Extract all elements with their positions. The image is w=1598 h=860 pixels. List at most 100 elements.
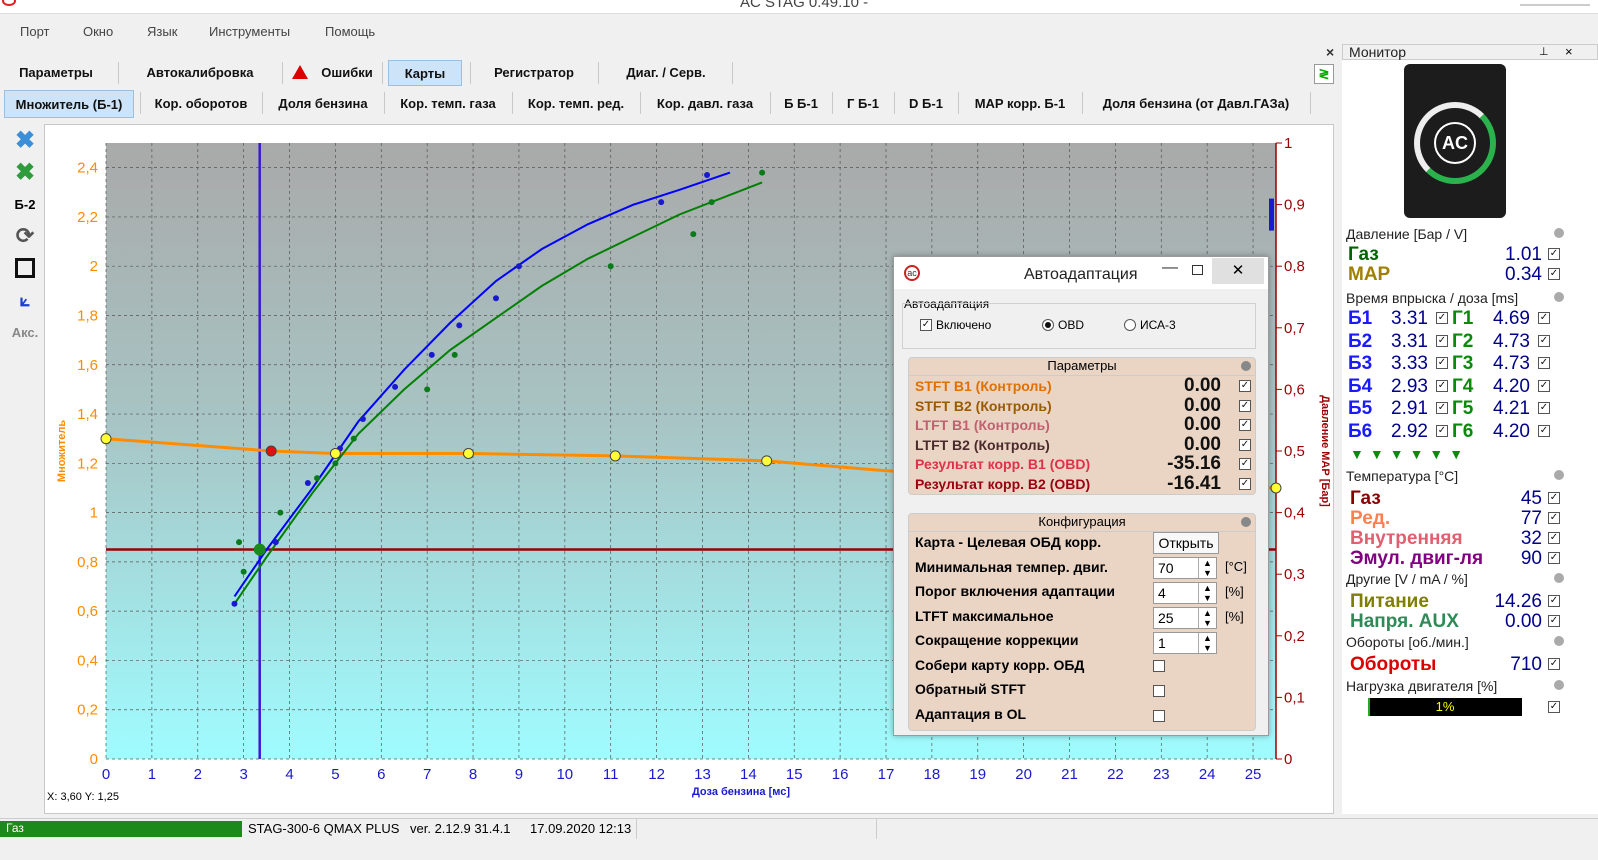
config-panel: Конфигурация Карта - Целевая ОБД корр. О… — [908, 513, 1256, 731]
param-checkbox[interactable] — [1239, 438, 1251, 451]
bank-checkbox[interactable] — [1436, 334, 1448, 347]
tab-gas-temp-corr[interactable]: Кор. темп. газа — [390, 90, 506, 118]
enabled-checkbox[interactable] — [920, 319, 932, 331]
cross-green-icon[interactable]: ✖ — [10, 158, 40, 186]
acc-button[interactable]: Акс. — [10, 318, 40, 346]
x-tick-label: 0 — [102, 766, 110, 783]
tab-b-b1[interactable]: Б Б-1 — [776, 90, 826, 118]
collapse-icon[interactable] — [1241, 361, 1251, 371]
temp-checkbox[interactable] — [1548, 552, 1560, 564]
reduce-input[interactable]: 1 ▲ ▼ — [1153, 632, 1217, 654]
tab-petrol-share[interactable]: Доля бензина — [268, 90, 378, 118]
bank-switch-button[interactable]: Б-2 — [10, 190, 40, 218]
refresh-icon[interactable]: ⟳ — [10, 222, 40, 250]
radio-isa[interactable] — [1124, 319, 1136, 331]
other-checkbox[interactable] — [1548, 615, 1560, 627]
tab-g-b1[interactable]: Г Б-1 — [838, 90, 888, 118]
map-tabs: Множитель (Б-1) Кор. оборотов Доля бензи… — [0, 90, 1330, 120]
tab-petrol-share-gas-pressure[interactable]: Доля бензина (от Давл.ГАЗа) — [1088, 90, 1304, 118]
tab-reducer-temp-corr[interactable]: Кор. темп. ред. — [518, 90, 634, 118]
menu-port[interactable]: Порт — [20, 24, 49, 39]
param-checkbox[interactable] — [1239, 419, 1251, 432]
tab-recorder[interactable]: Регистратор — [478, 60, 590, 86]
bank-checkbox[interactable] — [1436, 425, 1448, 437]
collapse-icon[interactable] — [1554, 292, 1564, 302]
temp-checkbox[interactable] — [1548, 512, 1560, 524]
ac-device-logo: AC — [1404, 64, 1506, 218]
menu-language[interactable]: Язык — [147, 24, 177, 39]
gas-label: Г6 — [1452, 421, 1474, 442]
gas-checkbox[interactable] — [1538, 425, 1550, 437]
minimize-icon[interactable]: — — [1162, 259, 1178, 277]
pressure-checkbox[interactable] — [1548, 268, 1560, 280]
bank-checkbox[interactable] — [1436, 379, 1448, 392]
green-point — [607, 263, 614, 270]
threshold-input[interactable]: 4 ▲ ▼ — [1153, 582, 1217, 604]
menu-tools[interactable]: Инструменты — [209, 24, 290, 39]
load-checkbox[interactable] — [1548, 701, 1560, 713]
menu-window[interactable]: Окно — [83, 24, 113, 39]
collapse-icon[interactable] — [1554, 573, 1564, 583]
other-label: Напря. AUX — [1350, 611, 1459, 632]
tab-diag-service[interactable]: Диаг. / Серв. — [606, 60, 726, 86]
collapse-icon[interactable] — [1554, 636, 1564, 646]
collect-checkbox[interactable] — [1153, 660, 1165, 672]
tab-parameters[interactable]: Параметры — [6, 60, 106, 86]
ol-checkbox[interactable] — [1153, 710, 1165, 722]
param-checkbox[interactable] — [1239, 399, 1251, 412]
ltft-max-input[interactable]: 25 ▲ ▼ — [1153, 607, 1217, 629]
tab-rpm-corr[interactable]: Кор. оборотов — [146, 90, 256, 118]
gas-checkbox[interactable] — [1538, 379, 1550, 392]
param-checkbox[interactable] — [1239, 380, 1251, 392]
collapse-icon[interactable] — [1554, 228, 1564, 238]
pressure-checkbox[interactable] — [1548, 248, 1560, 260]
collapse-icon[interactable] — [1554, 680, 1564, 690]
radio-obd[interactable] — [1042, 319, 1054, 331]
temp-checkbox[interactable] — [1548, 492, 1560, 504]
green-point — [350, 435, 357, 442]
temp-checkbox[interactable] — [1548, 532, 1560, 544]
tab-d-b1[interactable]: D Б-1 — [900, 90, 952, 118]
window-controls[interactable] — [1520, 4, 1590, 6]
tab-errors[interactable]: Ошибки — [290, 60, 380, 86]
pin-tool-icon[interactable]: ≷ — [1314, 64, 1334, 84]
reverse-checkbox[interactable] — [1153, 685, 1165, 697]
chart-axes-icon[interactable]: ⟀ — [10, 286, 40, 314]
gas-checkbox[interactable] — [1538, 357, 1550, 370]
y-tick-label: 2,4 — [77, 160, 98, 177]
gas-checkbox[interactable] — [1538, 334, 1550, 347]
bank-checkbox[interactable] — [1436, 357, 1448, 370]
open-button[interactable]: Открыть — [1153, 532, 1219, 554]
bank-checkbox[interactable] — [1436, 402, 1448, 415]
param-label: Результат корр. B2 (OBD) — [915, 476, 1091, 492]
tab-map-corr-b1[interactable]: MAP корр. Б-1 — [964, 90, 1076, 118]
param-checkbox[interactable] — [1239, 458, 1251, 471]
maximize-icon[interactable] — [1192, 265, 1203, 275]
pin-icon[interactable]: ⊥ — [1539, 45, 1549, 58]
x-tick-label: 11 — [603, 766, 619, 783]
tab-maps[interactable]: Карты — [388, 60, 462, 86]
close-panel-icon[interactable]: × — [1326, 44, 1334, 60]
gas-checkbox[interactable] — [1538, 312, 1550, 324]
select-area-icon[interactable] — [10, 254, 40, 282]
cross-blue-icon[interactable]: ✖ — [10, 126, 40, 154]
other-checkbox[interactable] — [1548, 595, 1560, 607]
gas-checkbox[interactable] — [1538, 402, 1550, 415]
y-tick-label: 1,6 — [77, 357, 98, 374]
ol-label: Адаптация в OL — [915, 706, 1027, 722]
param-checkbox[interactable] — [1239, 478, 1251, 490]
min-temp-input[interactable]: 70 ▲ ▼ — [1153, 557, 1217, 579]
tab-autocalibration[interactable]: Автокалибровка — [130, 60, 270, 86]
rpm-checkbox[interactable] — [1548, 658, 1560, 670]
bank-checkbox[interactable] — [1436, 312, 1448, 324]
tab-gas-pressure-corr[interactable]: Кор. давл. газа — [646, 90, 764, 118]
x-tick-label: 24 — [1199, 766, 1216, 783]
close-icon[interactable]: ✕ — [1212, 258, 1264, 284]
collapse-icon[interactable] — [1554, 470, 1564, 480]
close-icon[interactable]: × — [1565, 44, 1573, 59]
collapse-icon[interactable] — [1241, 517, 1251, 527]
x-tick-label: 23 — [1153, 766, 1170, 783]
menu-help[interactable]: Помощь — [325, 24, 375, 39]
window-title: AC STAG 0.49.10 - — [740, 0, 869, 11]
tab-multiplier-b1[interactable]: Множитель (Б-1) — [4, 90, 134, 118]
